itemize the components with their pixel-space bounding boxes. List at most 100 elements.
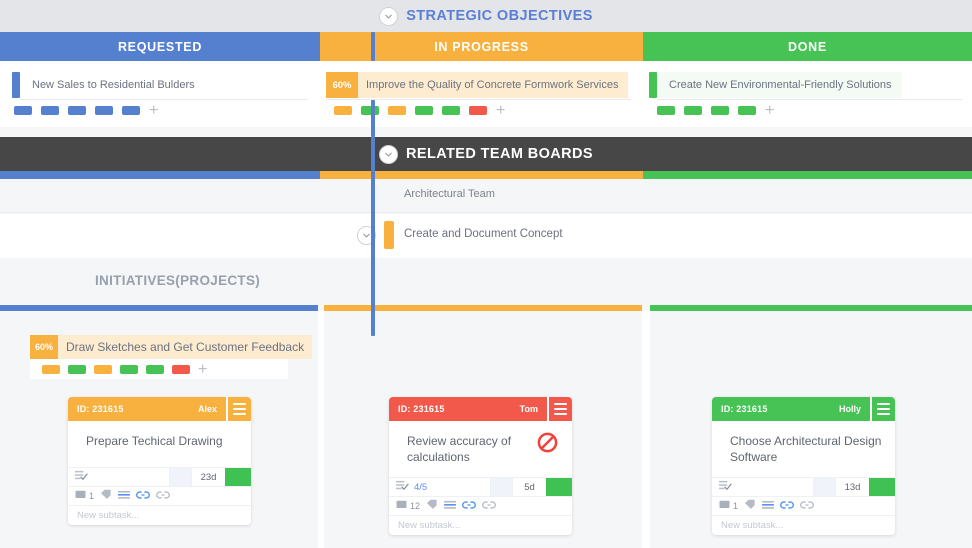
- objective-accent-bar: [649, 72, 657, 98]
- card-assignee: Alex: [197, 404, 217, 414]
- objective-column-requested: New Sales to Residential Bulders +: [0, 61, 320, 127]
- new-subtask-input[interactable]: New subtask...: [389, 515, 572, 535]
- attachment-icon[interactable]: [156, 487, 170, 505]
- team-row[interactable]: Architectural Team: [0, 179, 972, 213]
- card-assignee: Tom: [519, 404, 538, 414]
- chip[interactable]: [122, 106, 140, 115]
- initiative-pill[interactable]: 60% Draw Sketches and Get Customer Feedb…: [30, 335, 313, 359]
- chip[interactable]: [388, 106, 406, 115]
- card-header: ID: 231615 Alex: [68, 397, 251, 421]
- link-icon[interactable]: [462, 497, 476, 515]
- objective-chips: +: [657, 103, 774, 119]
- add-chip-button[interactable]: +: [198, 361, 207, 377]
- card-header: ID: 231615 Holly: [712, 397, 895, 421]
- comment-count: 1: [733, 501, 739, 511]
- description-icon[interactable]: [118, 487, 130, 505]
- subtask-list-icon: [396, 478, 409, 496]
- chip[interactable]: [172, 364, 190, 374]
- objective-label: New Sales to Residential Bulders: [20, 72, 205, 98]
- tag-icon[interactable]: [426, 497, 438, 515]
- subtask-progress[interactable]: [68, 468, 170, 486]
- chip[interactable]: [68, 106, 86, 115]
- chip[interactable]: [334, 106, 352, 115]
- objective-underline: [20, 99, 308, 100]
- status-badge[interactable]: [225, 468, 251, 486]
- new-subtask-input[interactable]: New subtask...: [712, 515, 895, 535]
- card-title-text: Review accuracy of calculations: [407, 434, 512, 464]
- card-duration: 13d: [844, 481, 861, 493]
- hamburger-menu-icon[interactable]: [870, 397, 895, 421]
- objective-underline: [657, 99, 962, 100]
- chip[interactable]: [94, 364, 112, 374]
- subtask-list-icon: [719, 478, 732, 496]
- chip[interactable]: [684, 106, 702, 115]
- link-icon[interactable]: [780, 497, 794, 515]
- chip[interactable]: [361, 106, 379, 115]
- comment-icon[interactable]: [396, 497, 407, 515]
- chip[interactable]: [120, 364, 138, 374]
- chip[interactable]: [415, 106, 433, 115]
- chip[interactable]: [657, 106, 675, 115]
- column-header-requested[interactable]: REQUESTED: [0, 32, 320, 61]
- initiatives-board: 60% Draw Sketches and Get Customer Feedb…: [0, 311, 972, 548]
- comment-icon[interactable]: [75, 487, 86, 505]
- chip[interactable]: [14, 106, 32, 115]
- objective-label: Improve the Quality of Concrete Formwork…: [358, 72, 629, 98]
- tag-icon[interactable]: [100, 487, 112, 505]
- card-duration: 23d: [200, 471, 217, 483]
- objective-percent: 60%: [326, 72, 358, 98]
- chip[interactable]: [95, 106, 113, 115]
- attachment-icon[interactable]: [482, 497, 496, 515]
- description-icon[interactable]: [762, 497, 774, 515]
- objective-chips: +: [14, 103, 158, 119]
- hamburger-menu-icon[interactable]: [226, 397, 251, 421]
- chip[interactable]: [738, 106, 756, 115]
- card-title: Choose Architectural Design Software: [730, 434, 882, 464]
- task-card[interactable]: ID: 231615 Tom Review accuracy of calcul…: [389, 397, 572, 535]
- comment-icon[interactable]: [719, 497, 730, 515]
- initiative-chips: +: [30, 359, 288, 379]
- trunk-line: [371, 171, 375, 336]
- concept-row[interactable]: Create and Document Concept: [0, 214, 972, 258]
- chip[interactable]: [442, 106, 460, 115]
- strategic-objectives-title: STRATEGIC OBJECTIVES: [406, 8, 593, 24]
- objective-item[interactable]: New Sales to Residential Bulders: [12, 72, 205, 98]
- status-badge[interactable]: [546, 478, 572, 496]
- chevron-down-icon[interactable]: [379, 144, 399, 164]
- status-strip-in-progress: [320, 171, 643, 179]
- subtask-progress[interactable]: 4/5: [389, 478, 491, 496]
- objective-chips: +: [334, 103, 505, 119]
- description-icon[interactable]: [444, 497, 456, 515]
- add-chip-button[interactable]: +: [496, 103, 505, 119]
- related-team-boards-header: RELATED TEAM BOARDS: [0, 137, 972, 171]
- tag-icon[interactable]: [744, 497, 756, 515]
- status-badge[interactable]: [869, 478, 895, 496]
- column-header-done[interactable]: DONE: [643, 32, 972, 61]
- objective-item[interactable]: 60% Improve the Quality of Concrete Form…: [326, 72, 629, 98]
- card-id: ID: 231615: [77, 404, 124, 414]
- chip[interactable]: [42, 364, 60, 374]
- attachment-icon[interactable]: [800, 497, 814, 515]
- task-card[interactable]: ID: 231615 Alex Prepare Techical Drawing: [68, 397, 251, 525]
- objectives-band: New Sales to Residential Bulders + 60% I…: [0, 61, 972, 127]
- column-header-in-progress[interactable]: IN PROGRESS: [320, 32, 643, 61]
- chip[interactable]: [41, 106, 59, 115]
- chip[interactable]: [146, 364, 164, 374]
- new-subtask-input[interactable]: New subtask...: [68, 505, 251, 525]
- board-canvas: STRATEGIC OBJECTIVES REQUESTED IN PROGRE…: [0, 0, 972, 548]
- meta-spacer: [491, 478, 513, 496]
- link-icon[interactable]: [136, 487, 150, 505]
- chip[interactable]: [68, 364, 86, 374]
- subtask-progress[interactable]: [712, 478, 814, 496]
- add-chip-button[interactable]: +: [149, 103, 158, 119]
- add-chip-button[interactable]: +: [765, 103, 774, 119]
- chip[interactable]: [711, 106, 729, 115]
- card-title: Prepare Techical Drawing: [86, 434, 223, 448]
- strategic-objectives-header: STRATEGIC OBJECTIVES: [0, 0, 972, 32]
- hamburger-menu-icon[interactable]: [547, 397, 572, 421]
- objective-item[interactable]: Create New Environmental-Friendly Soluti…: [649, 72, 902, 98]
- task-card[interactable]: ID: 231615 Holly Choose Architectural De…: [712, 397, 895, 535]
- chevron-down-icon[interactable]: [379, 6, 399, 26]
- meta-spacer: [170, 468, 192, 486]
- chip[interactable]: [469, 106, 487, 115]
